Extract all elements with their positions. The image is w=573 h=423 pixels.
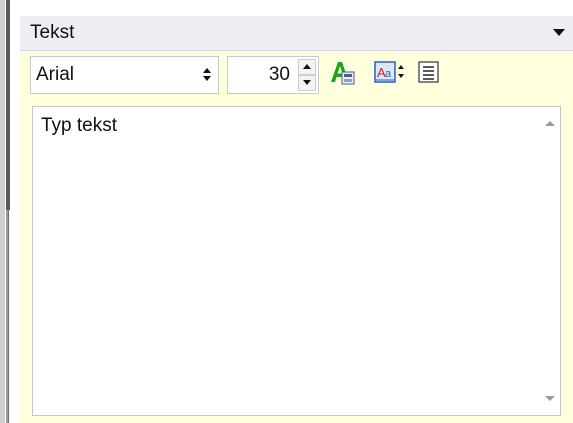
svg-text:a: a [385, 68, 392, 80]
font-family-value: Arial [36, 64, 75, 85]
font-size-decrease-button[interactable] [298, 75, 316, 91]
text-style-icon[interactable]: A a [374, 59, 406, 87]
text-toolbar: Arial 30 A a Typ tekst [20, 51, 573, 423]
font-size-increase-button[interactable] [298, 59, 316, 75]
text-area-value[interactable]: Typ tekst [41, 115, 117, 137]
window-border-light [6, 210, 8, 423]
text-input-area[interactable]: Typ tekst [32, 106, 561, 416]
text-panel: Tekst Arial 30 A a Typ tekst [20, 16, 573, 423]
align-icon[interactable] [418, 60, 440, 84]
font-family-select[interactable]: Arial [30, 56, 219, 94]
panel-title: Tekst [30, 22, 75, 43]
scroll-down-icon[interactable] [545, 396, 555, 401]
panel-header[interactable]: Tekst [20, 16, 573, 51]
vertical-scrollbar[interactable] [540, 107, 560, 415]
font-size-value: 30 [268, 64, 290, 85]
scroll-up-icon[interactable] [545, 121, 555, 126]
select-arrows-icon [202, 66, 212, 86]
window-border-dark [6, 0, 10, 210]
chevron-down-icon[interactable] [553, 29, 565, 36]
font-color-icon[interactable] [328, 58, 356, 88]
window-border [0, 0, 9, 423]
text-panel-window: Tekst Arial 30 A a Typ tekst [0, 0, 573, 423]
font-size-spinner[interactable]: 30 [227, 56, 319, 94]
